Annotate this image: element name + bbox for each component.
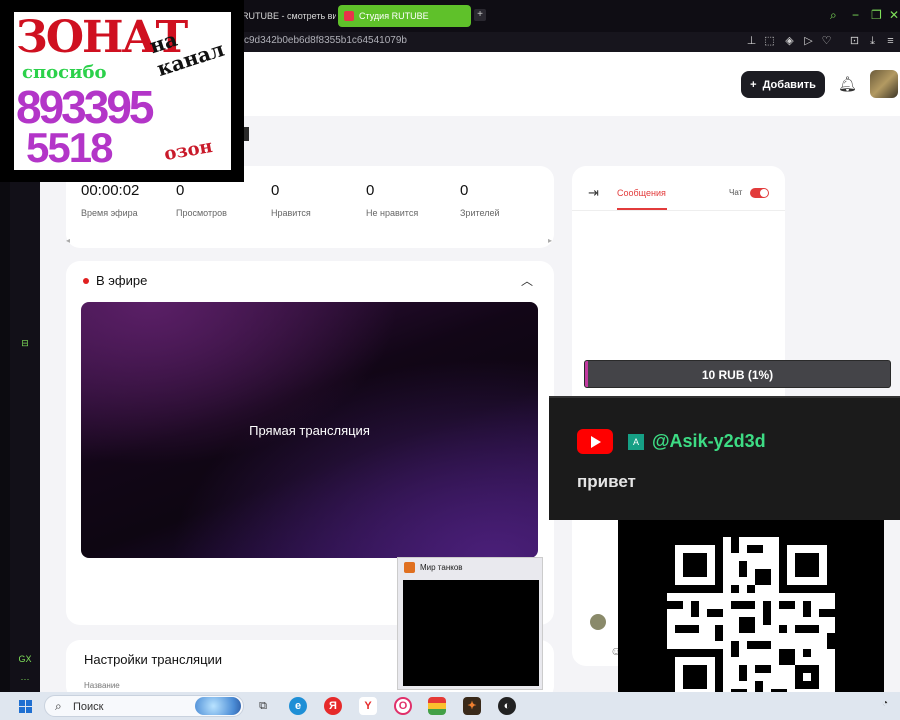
qr-code — [667, 537, 835, 705]
preview-thumbnail[interactable] — [403, 580, 539, 686]
settings-title: Настройки трансляции — [84, 652, 223, 667]
yandex-browser-icon[interactable]: Я — [324, 697, 342, 715]
live-title: В эфире — [96, 273, 148, 288]
stat-label-views: Просмотров — [176, 208, 227, 218]
windows-start-icon[interactable] — [19, 700, 32, 713]
donation-goal-bar: 10 RUB (1%) — [584, 360, 891, 388]
opera-gx-icon[interactable]: O — [394, 697, 412, 715]
more-icon[interactable]: ··· — [10, 674, 40, 684]
menu-icon[interactable]: ≡ — [884, 35, 897, 48]
chat-username: @Asik-y2d3d — [652, 431, 766, 451]
panel-icon[interactable]: ⊟ — [10, 338, 40, 349]
search-input[interactable]: ⌕ Поиск — [44, 695, 244, 717]
stat-value-viewers: 0 — [460, 182, 469, 199]
chevron-up-icon[interactable]: ︿ — [521, 272, 533, 289]
donation-text-6: озон — [162, 135, 215, 166]
player-label: Прямая трансляция — [249, 423, 370, 438]
video-player[interactable]: Прямая трансляция — [81, 302, 538, 558]
yandex-icon[interactable]: Y — [359, 697, 377, 715]
url-text: c9d342b0eb6d8f8355b1c64541079b — [244, 35, 407, 46]
restore-icon[interactable]: ❐ — [871, 8, 882, 22]
obs-icon[interactable]: ◐ — [498, 697, 516, 715]
tab-messages[interactable]: Сообщения — [617, 188, 666, 198]
search-highlight-image — [195, 697, 241, 715]
chat-toggle[interactable] — [750, 188, 769, 198]
lock-icon[interactable]: ⊡ — [848, 35, 861, 48]
chat-toggle-label: Чат — [729, 188, 743, 197]
app-stack-icon[interactable] — [428, 697, 446, 715]
tab-rutube[interactable]: RUTUBE - смотреть виде — [236, 5, 336, 27]
pin-icon[interactable]: ⊥ — [745, 35, 758, 48]
preview-title: Мир танков — [420, 563, 463, 572]
download-icon[interactable]: ⤓ — [866, 35, 879, 48]
collapse-chat-icon[interactable]: ⇥ — [588, 185, 599, 201]
youtube-chat-overlay: A @Asik-y2d3d привет — [549, 396, 900, 520]
snapshot-icon[interactable]: ⬚ — [763, 35, 776, 48]
avatar[interactable] — [870, 70, 898, 98]
divider — [572, 210, 785, 211]
stat-label-dislikes: Не нравится — [366, 208, 419, 218]
rutube-icon — [344, 11, 354, 21]
qr-overlay — [618, 520, 884, 720]
tab-studio-rutube[interactable]: Студия RUTUBE — [338, 5, 471, 27]
scroll-right-icon[interactable]: ▸ — [548, 236, 552, 245]
add-button[interactable]: + Добавить — [741, 71, 825, 98]
youtube-icon — [577, 429, 613, 454]
stat-label-viewers: Зрителей — [460, 208, 500, 218]
qr-code-pattern — [667, 537, 835, 705]
stat-value-views: 0 — [176, 182, 185, 199]
tank-game-icon — [404, 562, 415, 573]
stat-value-likes: 0 — [271, 182, 280, 199]
search-icon[interactable]: ⌕ — [830, 8, 837, 23]
chat-user-avatar — [590, 614, 606, 630]
windows-taskbar: ⌕ Поиск ⧉ e Я Y O ✦ ◐ ◔ — [0, 692, 900, 720]
stat-value-airtime: 00:00:02 — [81, 182, 140, 199]
scroll-left-icon[interactable]: ◂ — [66, 236, 70, 245]
donation-overlay: ЗОНАТ на канал спосибо 893395 5518 озон — [0, 0, 244, 182]
task-view-icon[interactable]: ⧉ — [254, 697, 272, 715]
stat-value-dislikes: 0 — [366, 182, 375, 199]
tab-label: RUTUBE - смотреть виде — [242, 11, 336, 21]
plus-icon: + — [750, 78, 757, 91]
search-placeholder: Поиск — [73, 701, 104, 713]
player-icon[interactable]: ▷ — [802, 35, 815, 48]
page-edge — [884, 520, 900, 692]
vpn-icon[interactable]: ◈ — [783, 35, 796, 48]
search-icon: ⌕ — [55, 699, 62, 713]
bell-icon[interactable]: 🔔︎ — [838, 75, 857, 93]
notification-icon[interactable]: ◔ — [882, 698, 888, 709]
heart-icon[interactable]: ♡ — [820, 35, 833, 48]
donation-image: ЗОНАТ на канал спосибо 893395 5518 озон — [14, 12, 231, 170]
live-indicator — [83, 278, 89, 284]
chat-message: привет — [577, 472, 636, 491]
new-tab-button[interactable]: + — [474, 9, 486, 21]
browser-sidebar: ⊟ GX ··· — [10, 182, 40, 692]
stat-label-likes: Нравится — [271, 208, 311, 218]
taskbar-preview[interactable]: Мир танков — [397, 557, 543, 690]
close-icon[interactable]: ✕ — [889, 8, 899, 22]
tank-game-icon[interactable]: ✦ — [463, 697, 481, 715]
minimize-icon[interactable]: − — [852, 8, 859, 22]
add-label: Добавить — [762, 78, 816, 91]
goal-text: 10 RUB (1%) — [701, 368, 774, 382]
stat-label-airtime: Время эфира — [81, 208, 138, 218]
gx-label[interactable]: GX — [10, 654, 40, 664]
edge-icon[interactable]: e — [289, 697, 307, 715]
user-badge: A — [628, 434, 644, 450]
left-edge — [0, 182, 10, 692]
donation-text-5: 5518 — [26, 124, 113, 170]
title-field-label: Название — [84, 681, 120, 690]
tab-label: Студия RUTUBE — [359, 11, 429, 21]
